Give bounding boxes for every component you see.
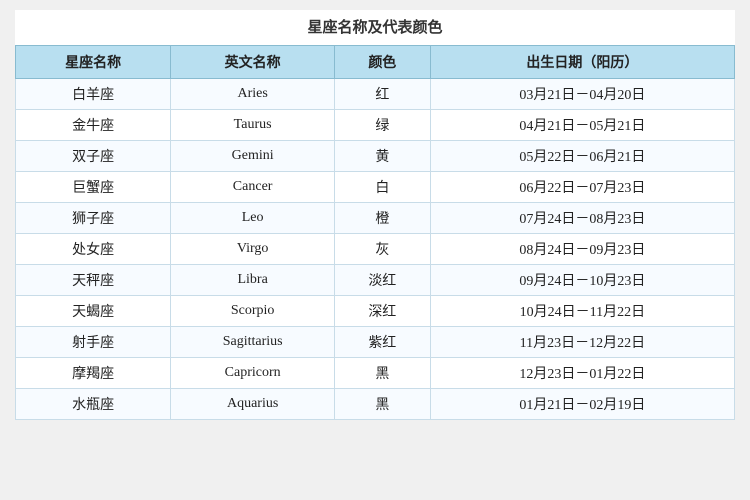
col-header-dates: 出生日期（阳历） — [430, 46, 734, 79]
cell-english: Aries — [171, 79, 335, 110]
cell-color: 黑 — [334, 358, 430, 389]
cell-english: Aquarius — [171, 389, 335, 420]
cell-dates: 05月22日－06月21日 — [430, 141, 734, 172]
cell-color: 紫红 — [334, 327, 430, 358]
cell-chinese: 双子座 — [16, 141, 171, 172]
cell-chinese: 射手座 — [16, 327, 171, 358]
cell-color: 红 — [334, 79, 430, 110]
cell-color: 绿 — [334, 110, 430, 141]
col-header-color: 颜色 — [334, 46, 430, 79]
cell-dates: 04月21日－05月21日 — [430, 110, 734, 141]
col-header-english: 英文名称 — [171, 46, 335, 79]
cell-dates: 08月24日－09月23日 — [430, 234, 734, 265]
col-header-chinese: 星座名称 — [16, 46, 171, 79]
cell-english: Scorpio — [171, 296, 335, 327]
cell-english: Leo — [171, 203, 335, 234]
cell-english: Taurus — [171, 110, 335, 141]
cell-chinese: 水瓶座 — [16, 389, 171, 420]
table-row: 天秤座Libra淡红09月24日－10月23日 — [16, 265, 735, 296]
cell-dates: 11月23日－12月22日 — [430, 327, 734, 358]
zodiac-table: 星座名称 英文名称 颜色 出生日期（阳历） 白羊座Aries红03月21日－04… — [15, 45, 735, 420]
main-container: 星座名称及代表颜色 星座名称 英文名称 颜色 出生日期（阳历） 白羊座Aries… — [15, 10, 735, 420]
table-body: 白羊座Aries红03月21日－04月20日金牛座Taurus绿04月21日－0… — [16, 79, 735, 420]
cell-english: Capricorn — [171, 358, 335, 389]
table-row: 金牛座Taurus绿04月21日－05月21日 — [16, 110, 735, 141]
table-header-row: 星座名称 英文名称 颜色 出生日期（阳历） — [16, 46, 735, 79]
cell-dates: 10月24日－11月22日 — [430, 296, 734, 327]
cell-chinese: 狮子座 — [16, 203, 171, 234]
cell-dates: 01月21日－02月19日 — [430, 389, 734, 420]
cell-chinese: 天蝎座 — [16, 296, 171, 327]
cell-english: Virgo — [171, 234, 335, 265]
cell-dates: 12月23日－01月22日 — [430, 358, 734, 389]
table-row: 白羊座Aries红03月21日－04月20日 — [16, 79, 735, 110]
cell-english: Sagittarius — [171, 327, 335, 358]
cell-dates: 09月24日－10月23日 — [430, 265, 734, 296]
cell-chinese: 巨蟹座 — [16, 172, 171, 203]
table-row: 摩羯座Capricorn黑12月23日－01月22日 — [16, 358, 735, 389]
cell-chinese: 天秤座 — [16, 265, 171, 296]
table-row: 水瓶座Aquarius黑01月21日－02月19日 — [16, 389, 735, 420]
cell-color: 橙 — [334, 203, 430, 234]
table-row: 巨蟹座Cancer白06月22日－07月23日 — [16, 172, 735, 203]
cell-chinese: 金牛座 — [16, 110, 171, 141]
table-row: 双子座Gemini黄05月22日－06月21日 — [16, 141, 735, 172]
table-row: 天蝎座Scorpio深红10月24日－11月22日 — [16, 296, 735, 327]
cell-color: 深红 — [334, 296, 430, 327]
table-row: 射手座Sagittarius紫红11月23日－12月22日 — [16, 327, 735, 358]
table-row: 处女座Virgo灰08月24日－09月23日 — [16, 234, 735, 265]
page-title: 星座名称及代表颜色 — [15, 10, 735, 45]
cell-color: 黄 — [334, 141, 430, 172]
table-row: 狮子座Leo橙07月24日－08月23日 — [16, 203, 735, 234]
cell-chinese: 白羊座 — [16, 79, 171, 110]
cell-english: Cancer — [171, 172, 335, 203]
cell-color: 灰 — [334, 234, 430, 265]
cell-dates: 03月21日－04月20日 — [430, 79, 734, 110]
cell-english: Gemini — [171, 141, 335, 172]
cell-chinese: 处女座 — [16, 234, 171, 265]
cell-dates: 07月24日－08月23日 — [430, 203, 734, 234]
cell-chinese: 摩羯座 — [16, 358, 171, 389]
cell-color: 白 — [334, 172, 430, 203]
cell-color: 黑 — [334, 389, 430, 420]
cell-english: Libra — [171, 265, 335, 296]
cell-dates: 06月22日－07月23日 — [430, 172, 734, 203]
cell-color: 淡红 — [334, 265, 430, 296]
